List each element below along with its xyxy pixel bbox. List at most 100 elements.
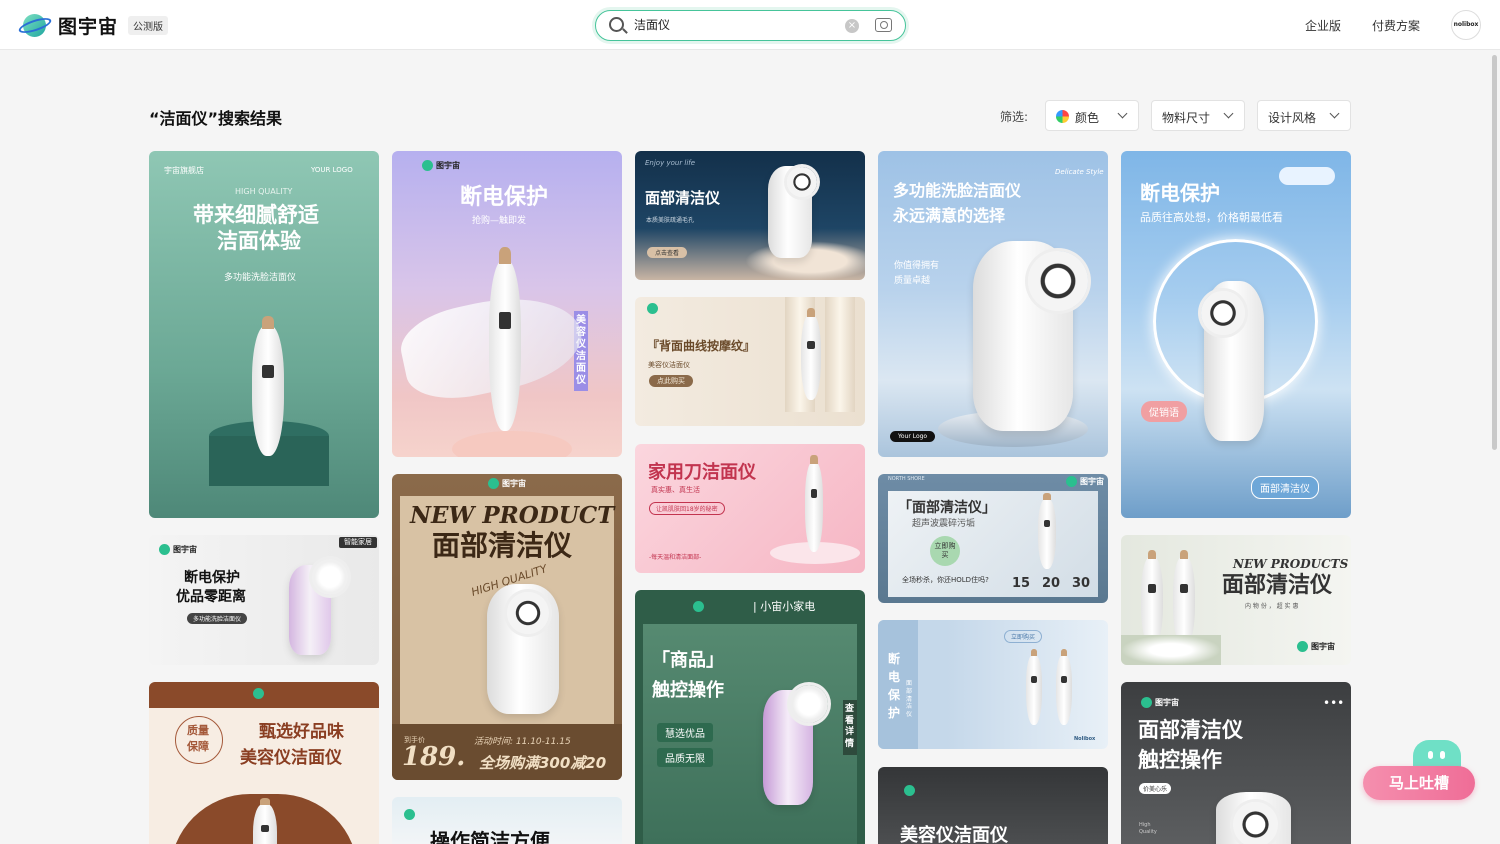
template-card[interactable]: 家用刀洁面仪 真实惠、真生活 让凯肌肤回18岁的秘密 -每天温和清洁面部- <box>635 444 865 573</box>
card-brand-icon <box>404 809 418 820</box>
card-title: 多功能洗脸洁面仪 <box>893 181 1022 200</box>
price-value: 189. <box>402 742 466 772</box>
card-store-name: | 小宙小家电 <box>753 600 816 613</box>
facial-cleanser-image <box>801 308 821 400</box>
card-title: 「商品」 <box>652 650 724 671</box>
template-card[interactable]: 『背面曲线按摩纹』 美容仪洁面仪 点此购买 <box>635 297 865 426</box>
brush-head-image <box>507 592 549 634</box>
facial-cleanser-image <box>805 454 823 552</box>
card-cta: 点此购买 <box>649 375 693 387</box>
filter-label: 筛选: <box>1000 110 1029 124</box>
card-title: 甄选好品味 <box>259 722 344 742</box>
filter-size-dropdown[interactable]: 物料尺寸 <box>1151 100 1245 131</box>
search-results-title: “洁面仪”搜索结果 <box>149 109 283 128</box>
camera-search-icon[interactable] <box>875 18 892 32</box>
chevron-down-icon <box>1223 108 1234 119</box>
card-title: 带来细腻舒适 <box>193 203 319 227</box>
card-brand-icon <box>904 785 918 796</box>
flower-decoration <box>1121 635 1221 665</box>
site-logo[interactable]: 图宇宙 公测版 <box>17 11 169 39</box>
number-2: 20 <box>1042 576 1061 591</box>
clear-search-icon[interactable]: × <box>845 19 859 33</box>
card-title-line2: 触控操作 <box>1138 748 1222 772</box>
card-title-line2: 面部清洁仪 <box>432 529 573 562</box>
top-navigation-bar: 图宇宙 公测版 × 企业版 付费方案 nolibox <box>0 0 1500 50</box>
card-title: 断电保护 <box>460 185 549 210</box>
filter-style-dropdown[interactable]: 设计风格 <box>1257 100 1351 131</box>
toggle-shape <box>1279 167 1335 185</box>
card-eyebrow: HIGH QUALITY <box>235 187 293 196</box>
feedback-button[interactable]: 马上吐槽 <box>1363 766 1475 800</box>
pedestal-shape <box>452 431 572 457</box>
card-title: 操作简洁方便 <box>430 829 550 844</box>
card-footer: -每天温和清洁面部- <box>649 554 702 561</box>
card-brand: 图宇宙 <box>488 478 526 489</box>
template-card[interactable]: 宇宙旗舰店 YOUR LOGO HIGH QUALITY 带来细腻舒适 洁面体验… <box>149 151 379 518</box>
card-script: Delicate Style <box>1055 168 1104 176</box>
template-card[interactable]: 图宇宙 ••• 面部清洁仪 触控操作 价美心乐 High Quality <box>1121 682 1351 844</box>
facial-cleanser-image <box>252 315 284 456</box>
card-title: 面部清洁仪 <box>645 189 721 207</box>
facial-cleanser-image <box>1056 649 1072 725</box>
card-side-label: 查看详情 <box>843 700 857 755</box>
card-brand: 图宇宙 <box>422 160 460 171</box>
card-title-line2: 触控操作 <box>652 680 724 701</box>
search-icon[interactable] <box>609 17 624 32</box>
card-subtitle: 内 物 份 ， 超 实 惠 <box>1245 603 1299 610</box>
card-title: NEW PRODUCTS <box>1233 557 1349 571</box>
template-card[interactable]: 断电保护 面部清洁仪 立即购买 Nolibox <box>878 620 1108 749</box>
template-card[interactable]: 质量 保障 甄选好品味 美容仪洁面仪 <box>149 682 379 844</box>
card-title: 美容仪洁面仪 <box>900 825 1008 844</box>
template-card[interactable]: 图宇宙 智能家居 断电保护 优品零距离 多功能洗脸洁面仪 <box>149 535 379 665</box>
card-cta: 点击查看 <box>647 247 688 258</box>
card-tag: 智能家居 <box>339 537 377 549</box>
template-card[interactable]: 美容仪洁面仪 <box>878 767 1108 844</box>
search-input[interactable] <box>634 17 834 31</box>
card-subtitle: 你值得拥有 <box>894 261 940 271</box>
template-card[interactable]: 图宇宙 断电保护 抢购—触即发 美容仪洁面仪 <box>392 151 622 457</box>
facial-cleanser-image <box>1026 649 1042 725</box>
filter-color-label: 颜色 <box>1075 111 1100 125</box>
card-brand-icon <box>253 688 267 699</box>
card-pill: 立即购买 <box>1004 630 1043 643</box>
search-bar: × <box>595 10 906 41</box>
card-subtitle: 超声波震碎污垢 <box>912 519 976 529</box>
template-card[interactable]: Delicate Style 多功能洗脸洁面仪 永远满意的选择 你值得拥有 质量… <box>878 151 1108 457</box>
card-pill: 价美心乐 <box>1139 783 1172 794</box>
card-title: 「面部清洁仪」 <box>898 500 996 516</box>
card-side-subtitle: 面部清洁仪 <box>906 680 913 719</box>
card-subtitle: 品质往高处想，价格朝最低看 <box>1140 211 1283 224</box>
card-footer: High Quality <box>1139 822 1157 835</box>
template-card[interactable]: NEW PRODUCTS 面部清洁仪 内 物 份 ， 超 实 惠 图宇宙 <box>1121 535 1351 665</box>
facial-cleanser-image <box>253 798 277 844</box>
template-card[interactable]: NORTH SHORE 图宇宙 「面部清洁仪」 超声波震碎污垢 立即购买 全场秒… <box>878 474 1108 603</box>
badge-text: 质量 <box>187 724 209 737</box>
template-card[interactable]: 断电保护 品质往高处想，价格朝最低看 促销语 面部清洁仪 <box>1121 151 1351 518</box>
brush-head-image <box>787 167 817 197</box>
nav-pricing-link[interactable]: 付费方案 <box>1372 17 1420 34</box>
template-card[interactable]: 图宇宙 NEW PRODUCT 面部清洁仪 HIGH QUALITY 到手价 1… <box>392 474 622 780</box>
card-subtitle-line2: 质量卓越 <box>894 276 931 286</box>
promo-text: 全场购满300减20 <box>479 754 607 772</box>
filter-color-dropdown[interactable]: 颜色 <box>1045 100 1139 131</box>
template-card[interactable]: 操作简洁方便 <box>392 797 622 844</box>
facial-cleanser-image <box>1141 549 1163 647</box>
page-scrollbar[interactable] <box>1492 55 1497 450</box>
template-card[interactable]: | 小宙小家电 「商品」 触控操作 慧选优品 品质无限 查看详情 <box>635 590 865 844</box>
card-pill: 品质无限 <box>657 748 713 767</box>
card-brand: Nolibox <box>1074 736 1096 742</box>
filter-size-label: 物料尺寸 <box>1162 111 1211 125</box>
badge-text-line2: 保障 <box>187 740 209 753</box>
card-eyebrow: Enjoy your life <box>645 159 696 167</box>
user-avatar[interactable]: nolibox <box>1451 10 1481 40</box>
template-card[interactable]: Enjoy your life 面部清洁仪 本质美肤疏通毛孔 点击查看 <box>635 151 865 280</box>
nav-enterprise-link[interactable]: 企业版 <box>1305 17 1341 34</box>
card-brand: 图宇宙 <box>159 544 197 555</box>
card-side-title: 断电保护 <box>888 652 901 720</box>
facial-cleanser-image <box>1038 493 1056 569</box>
number-1: 15 <box>1012 576 1031 591</box>
color-wheel-icon <box>1056 110 1069 123</box>
card-brand: 图宇宙 <box>1066 476 1104 487</box>
more-dots-icon: ••• <box>1323 696 1345 710</box>
card-pill: 多功能洗脸洁面仪 <box>187 613 248 624</box>
